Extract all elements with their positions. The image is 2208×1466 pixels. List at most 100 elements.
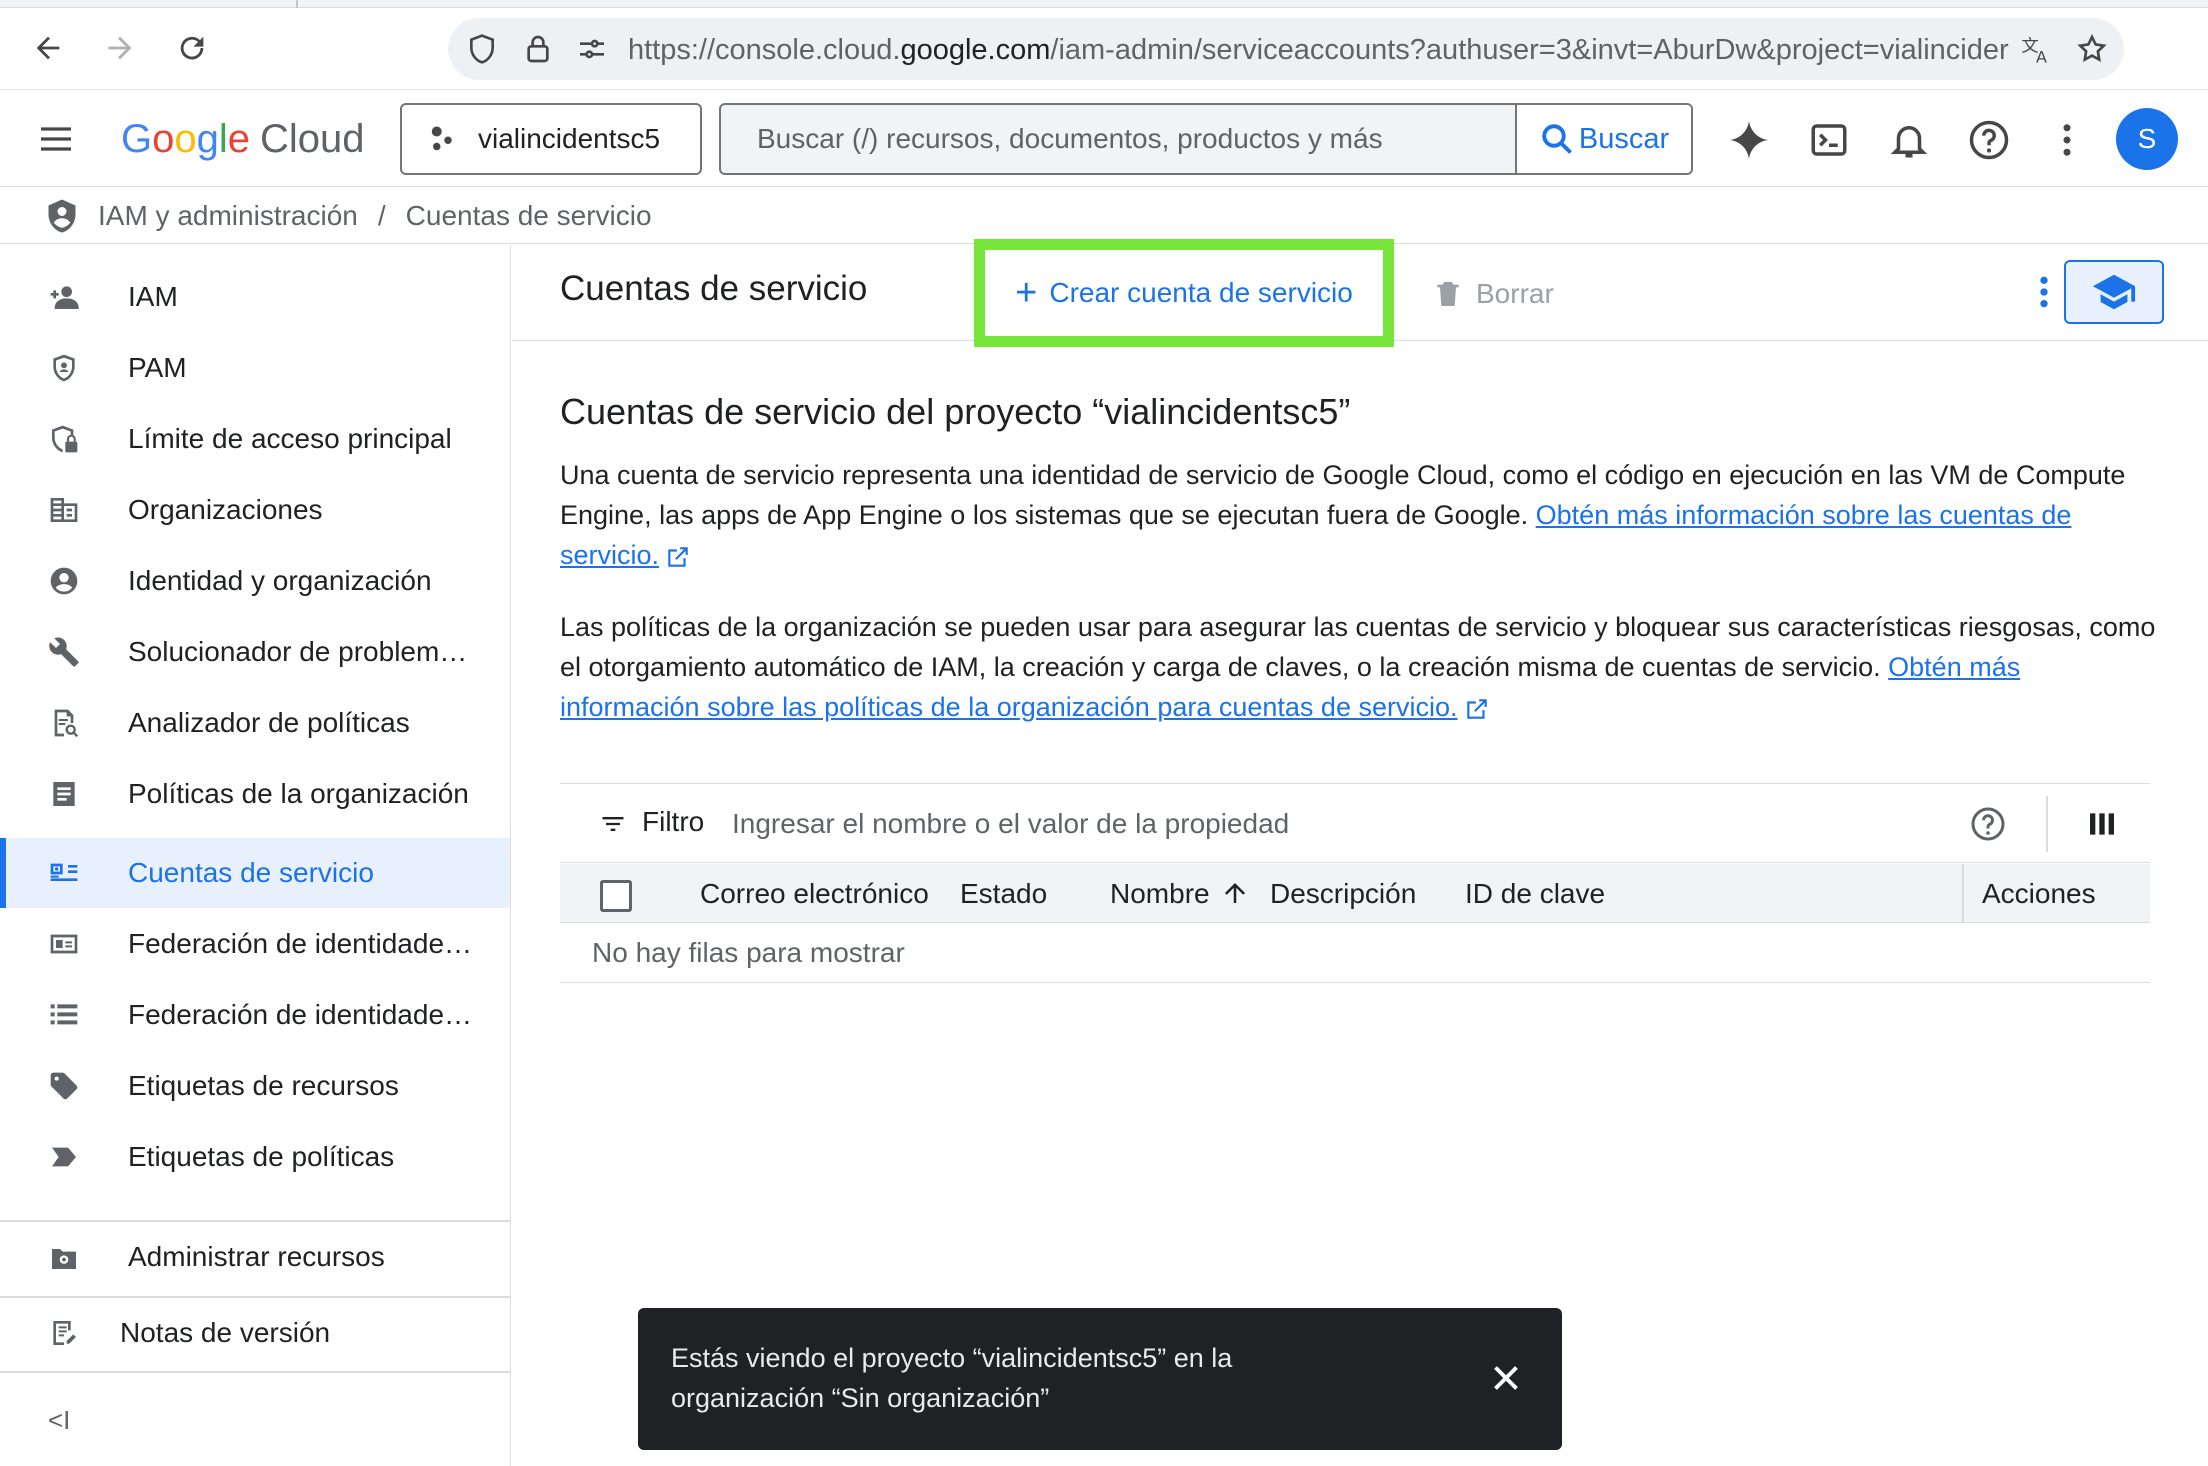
- project-snackbar: Estás viendo el proyecto “vialincidentsc…: [638, 1308, 1562, 1450]
- filter-icon: [602, 817, 624, 831]
- column-separator: [1962, 864, 1964, 923]
- lock-icon[interactable]: [520, 31, 556, 67]
- search-bar: Buscar: [719, 103, 1693, 175]
- intro-paragraph: Una cuenta de servicio representa una id…: [560, 460, 2126, 570]
- release-notes-icon: [46, 1315, 82, 1351]
- column-name[interactable]: Nombre: [1110, 878, 1250, 910]
- forward-icon[interactable]: [96, 24, 144, 72]
- gemini-sparkle-icon[interactable]: [1724, 115, 1774, 165]
- wrench-icon: [46, 634, 82, 670]
- sidebar-item-service-accounts[interactable]: Cuentas de servicio: [0, 838, 510, 908]
- collapse-sidebar-button[interactable]: <I: [0, 1385, 510, 1455]
- filter-label: Filtro: [642, 806, 705, 837]
- column-status[interactable]: Estado: [960, 878, 1047, 910]
- page-toolbar: Cuentas de servicio + Crear cuenta de se…: [512, 239, 2208, 347]
- help-icon[interactable]: [1964, 115, 2014, 165]
- snackbar-message: Estás viendo el proyecto “vialincidentsc…: [671, 1343, 1233, 1413]
- iam-shield-icon: [48, 199, 76, 232]
- account-avatar[interactable]: S: [2116, 108, 2178, 170]
- page-title: Cuentas de servicio: [560, 269, 868, 308]
- shield-icon: [46, 350, 82, 386]
- select-all-checkbox[interactable]: [600, 880, 632, 912]
- back-icon[interactable]: [24, 24, 72, 72]
- divider: [2046, 796, 2048, 852]
- service-account-icon: [46, 855, 82, 891]
- site-settings-icon[interactable]: [574, 31, 610, 67]
- sidebar-item-iam[interactable]: IAM: [0, 262, 510, 332]
- graduation-cap-icon: [2092, 274, 2136, 310]
- column-key-id[interactable]: ID de clave: [1465, 878, 1605, 910]
- search-input[interactable]: [721, 105, 1515, 173]
- sidebar-item-policy-tags[interactable]: Etiquetas de políticas: [0, 1122, 510, 1192]
- building-icon: [46, 492, 82, 528]
- trash-icon: [1437, 282, 1459, 306]
- table-header: Correo electrónico Estado Nombre Descrip…: [560, 864, 2150, 923]
- google-cloud-logo[interactable]: Go o g l e Cloud: [121, 113, 365, 165]
- empty-table-message: No hay filas para mostrar: [560, 924, 2150, 983]
- breadcrumb-section[interactable]: IAM y administración: [98, 200, 358, 232]
- sidebar-item-troubleshooter[interactable]: Solucionador de problem…: [0, 617, 510, 687]
- project-dots-icon: [431, 126, 452, 151]
- breadcrumb-separator: /: [377, 199, 386, 231]
- filter-input[interactable]: [732, 802, 1732, 846]
- column-description[interactable]: Descripción: [1270, 878, 1416, 910]
- sidebar-item-workload-identity-federation[interactable]: Federación de identidade…: [0, 909, 510, 979]
- translate-icon[interactable]: 文A: [2018, 31, 2054, 67]
- sidebar-item-manage-resources[interactable]: Administrar recursos: [0, 1222, 510, 1292]
- sidebar-item-resource-tags[interactable]: Etiquetas de recursos: [0, 1051, 510, 1121]
- account-circle-icon: [46, 563, 82, 599]
- person-add-icon: [46, 279, 82, 315]
- url-text[interactable]: https://console.cloud.google.com/iam-adm…: [628, 32, 2028, 68]
- learn-button[interactable]: [2064, 260, 2164, 324]
- section-title: Cuentas de servicio del proyecto “vialin…: [560, 391, 1351, 432]
- sidebar-item-policy-analyzer[interactable]: Analizador de políticas: [0, 688, 510, 758]
- shield-icon[interactable]: [464, 31, 500, 67]
- document-icon: [46, 776, 82, 812]
- search-button[interactable]: Buscar: [1515, 105, 1691, 173]
- document-search-icon: [46, 705, 82, 741]
- external-link-icon: [668, 547, 688, 567]
- external-link-icon: [1466, 699, 1487, 719]
- close-icon[interactable]: [1486, 1358, 1526, 1398]
- label-arrow-icon: [46, 1139, 82, 1175]
- sort-ascending-arrow-icon: [1224, 883, 1245, 903]
- address-bar[interactable]: https://console.cloud.google.com/iam-adm…: [448, 18, 2124, 80]
- cloud-shell-terminal-icon[interactable]: [1804, 115, 1854, 165]
- svg-text:A: A: [2036, 47, 2047, 65]
- shield-lock-icon: [46, 421, 82, 457]
- manage-resources-icon: [46, 1239, 82, 1275]
- add-icon: +: [1015, 272, 1038, 314]
- create-service-account-button[interactable]: + Crear cuenta de servicio: [974, 239, 1394, 347]
- sidebar-item-workforce-identity-federation[interactable]: Federación de identidade…: [0, 980, 510, 1050]
- browser-tabstrip: [0, 0, 2208, 8]
- table-filter-bar: Filtro: [560, 783, 2150, 863]
- project-picker-button[interactable]: vialincidentsc5: [400, 103, 702, 175]
- console-header: GoogleCloud vialincidentsc5 Buscar S: [0, 91, 2208, 187]
- sidebar-item-principal-access-boundary[interactable]: Límite de acceso principal: [0, 404, 510, 474]
- sidebar-item-release-notes[interactable]: Notas de versión: [0, 1298, 510, 1368]
- help-icon[interactable]: [1970, 806, 2006, 842]
- id-card-icon: [46, 926, 82, 962]
- sidebar-item-org-policies[interactable]: Políticas de la organización: [0, 759, 510, 829]
- browser-toolbar: https://console.cloud.google.com/iam-adm…: [0, 8, 2208, 90]
- bookmark-star-icon[interactable]: [2074, 31, 2110, 67]
- project-name: vialincidentsc5: [478, 123, 661, 154]
- tag-icon: [46, 1068, 82, 1104]
- list-icon: [46, 997, 82, 1033]
- sidebar: IAM PAM Límite de acceso principal Organ…: [0, 245, 511, 1466]
- breadcrumb: IAM y administración / Cuentas de servic…: [0, 188, 2208, 244]
- delete-button[interactable]: Borrar: [1432, 271, 1554, 317]
- column-email[interactable]: Correo electrónico: [700, 878, 929, 910]
- more-vert-icon[interactable]: [2042, 115, 2092, 165]
- column-display-icon[interactable]: [2086, 808, 2118, 840]
- main-content: Cuentas de servicio + Crear cuenta de se…: [512, 239, 2208, 1466]
- column-actions: Acciones: [1982, 878, 2096, 909]
- more-vert-icon[interactable]: [2020, 267, 2068, 317]
- sidebar-item-identity-organization[interactable]: Identidad y organización: [0, 546, 510, 616]
- notifications-bell-icon[interactable]: [1884, 115, 1934, 165]
- sidebar-item-organizations[interactable]: Organizaciones: [0, 475, 510, 545]
- hamburger-menu-icon[interactable]: [30, 115, 82, 163]
- breadcrumb-current: Cuentas de servicio: [405, 199, 652, 231]
- reload-icon[interactable]: [168, 24, 216, 72]
- sidebar-item-pam[interactable]: PAM: [0, 333, 510, 403]
